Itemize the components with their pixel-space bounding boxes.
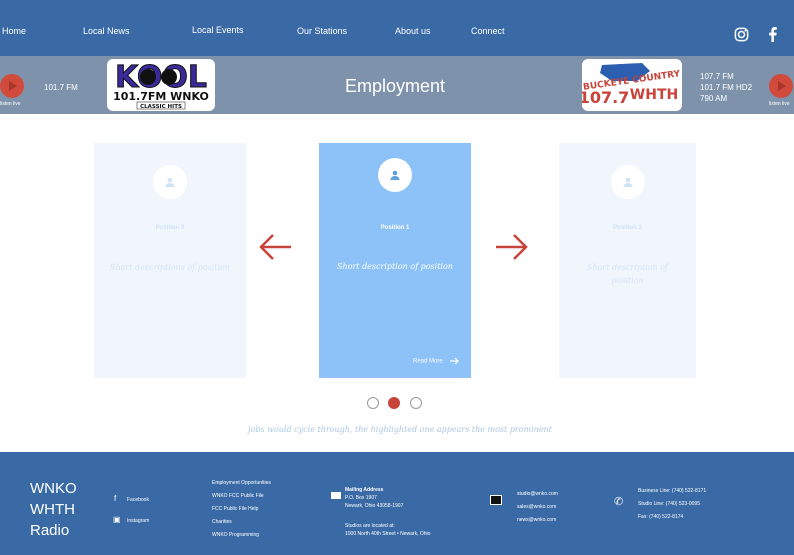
- instagram-icon[interactable]: [734, 27, 750, 43]
- play-button-right[interactable]: [769, 74, 793, 98]
- footer-link[interactable]: Charities: [212, 516, 271, 529]
- page-title: Employment: [344, 76, 446, 96]
- instagram-icon: ▣: [113, 515, 121, 524]
- buckeye-country-logo[interactable]: BUCKEYE COUNTRY 107.7 WHTH: [582, 59, 682, 111]
- position-card-1[interactable]: Position 1 Short description of position…: [319, 143, 471, 378]
- footer-phones: Business Line: (740) 522-8171 Studio Lin…: [638, 485, 706, 524]
- brand-line: WNKO: [30, 480, 77, 497]
- email-link[interactable]: sales@wnko.com: [517, 501, 558, 514]
- footer-link[interactable]: FCC Public File Help: [212, 503, 271, 516]
- read-more-link[interactable]: Read More: [413, 357, 460, 365]
- top-nav: Home Local News Local Events Our Station…: [0, 0, 794, 56]
- arrow-right-icon: [450, 357, 460, 365]
- position-description: Short description of position: [586, 263, 669, 285]
- phone-icon: ✆: [614, 496, 624, 508]
- mailing-label: Mailing Address: [345, 487, 384, 493]
- studio-address: Studios are located at: 1000 North 40th …: [345, 522, 430, 538]
- facebook-icon[interactable]: [767, 27, 783, 43]
- position-card-2[interactable]: Position 2 Short descriptions of positio…: [94, 143, 246, 378]
- carousel-dot-1[interactable]: [367, 397, 379, 409]
- nav-local-events[interactable]: Local Events: [192, 25, 244, 35]
- nav-local-news[interactable]: Local News: [83, 26, 130, 36]
- footer-facebook-link[interactable]: Facebook: [127, 494, 149, 507]
- position-description: Short descriptions of position: [109, 263, 231, 272]
- avatar: [378, 158, 412, 192]
- svg-text:CLASSIC HITS: CLASSIC HITS: [140, 104, 182, 110]
- nav-about-us[interactable]: About us: [395, 26, 431, 36]
- avatar: [610, 165, 645, 199]
- frequency-am: 790 AM: [700, 94, 728, 103]
- mailing-address: Mailing Address P.O. Box 1907 Newark, Oh…: [345, 486, 403, 510]
- position-title: Position 1: [380, 225, 410, 231]
- prev-arrow-icon[interactable]: [257, 232, 293, 262]
- svg-text:WHTH: WHTH: [630, 87, 678, 103]
- nav-home[interactable]: Home: [2, 26, 26, 36]
- mail-icon: [331, 492, 341, 499]
- nav-our-stations[interactable]: Our Stations: [297, 26, 347, 36]
- footer-link[interactable]: Employment Opportunities: [212, 477, 271, 490]
- play-button-left[interactable]: [0, 74, 24, 98]
- email-link[interactable]: news@wnko.com: [517, 514, 558, 527]
- position-card-3[interactable]: Position 3 Short description of position: [559, 143, 696, 378]
- mailing-line: P.O. Box 1907: [345, 495, 377, 501]
- svg-text:101.7FM WNKO: 101.7FM WNKO: [113, 90, 209, 103]
- carousel-dot-2[interactable]: [388, 397, 400, 409]
- phone-line[interactable]: Business Line: (740) 522-8171: [638, 485, 706, 498]
- studio-line: Studios are located at:: [345, 523, 395, 529]
- footer: WNKO WHTH Radio f Facebook ▣ Instagram E…: [0, 452, 794, 555]
- listen-live-right[interactable]: listen live: [769, 101, 790, 107]
- email-link[interactable]: studio@wnko.com: [517, 488, 558, 501]
- avatar: [153, 165, 187, 199]
- next-arrow-icon[interactable]: [494, 232, 530, 262]
- phone-line[interactable]: Studio Line: (740) 523-0095: [638, 498, 706, 511]
- mailing-line: Newark, Ohio 43058-1907: [345, 503, 404, 509]
- footer-links: Employment Opportunities WNKO FCC Public…: [212, 477, 271, 542]
- footer-link[interactable]: WNKO FCC Public File: [212, 490, 271, 503]
- svg-text:107.7: 107.7: [582, 88, 629, 107]
- carousel-caption: jobs would cycle through, the highlighte…: [248, 425, 552, 434]
- brand-line: WHTH: [30, 501, 75, 518]
- facebook-icon: f: [114, 494, 117, 503]
- listen-live-left[interactable]: listen live: [0, 101, 21, 107]
- left-frequency: 101.7 FM: [44, 83, 78, 92]
- email-icon: [490, 495, 502, 505]
- station-band: listen live 101.7 FM KOOL 101.7FM WNKO C…: [0, 56, 794, 114]
- footer-emails: studio@wnko.com sales@wnko.com news@wnko…: [517, 488, 558, 527]
- brand-line: Radio: [30, 522, 70, 539]
- footer-link[interactable]: WNKO Programming: [212, 529, 271, 542]
- position-title: Position 2: [155, 225, 185, 231]
- footer-brand: WNKO WHTH Radio: [30, 478, 77, 541]
- footer-instagram-link[interactable]: Instagram: [127, 515, 149, 528]
- frequency-fm: 107.7 FM: [700, 72, 734, 81]
- position-description: Short description of position: [337, 262, 453, 271]
- read-more-label: Read More: [413, 358, 443, 365]
- right-frequencies: 107.7 FM 101.7 FM HD2 790 AM: [700, 71, 752, 104]
- studio-line: 1000 North 40th Street • Newark, Ohio: [345, 531, 431, 537]
- phone-line[interactable]: Fax: (740) 522-8174: [638, 511, 706, 524]
- nav-connect[interactable]: Connect: [471, 26, 505, 36]
- carousel-dot-3[interactable]: [410, 397, 422, 409]
- kool-logo[interactable]: KOOL 101.7FM WNKO CLASSIC HITS: [107, 59, 215, 111]
- frequency-hd2: 101.7 FM HD2: [700, 83, 753, 92]
- position-title: Position 3: [613, 225, 642, 231]
